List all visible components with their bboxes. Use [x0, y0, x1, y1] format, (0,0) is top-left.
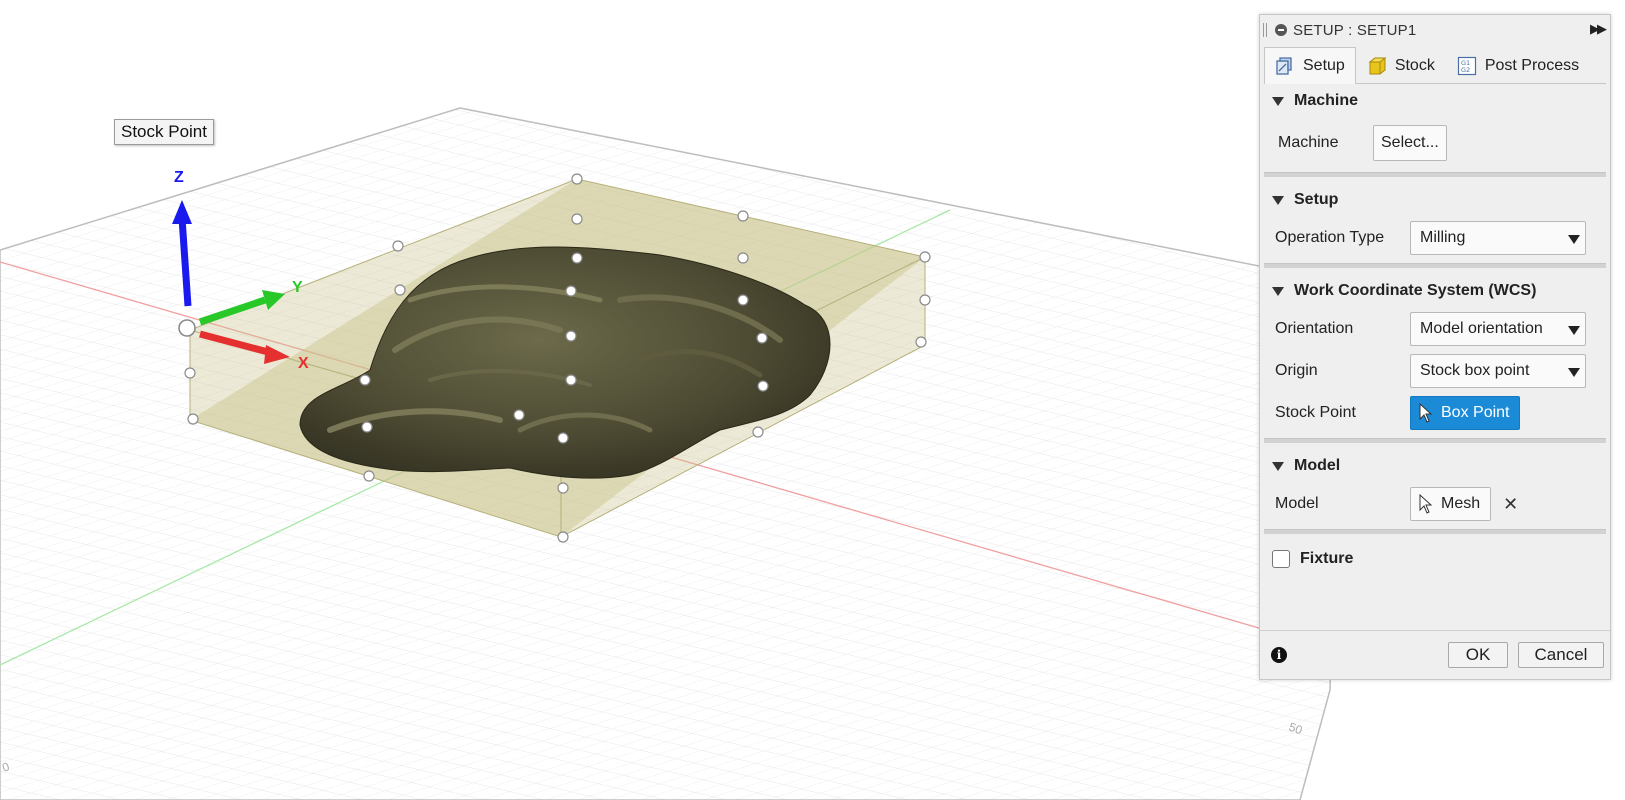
tab-post-process[interactable]: G1 G2 Post Process [1446, 47, 1590, 83]
info-icon[interactable]: i [1271, 647, 1287, 663]
drag-grip-icon[interactable] [1263, 23, 1267, 37]
model-value: Mesh [1441, 495, 1481, 512]
fixture-checkbox[interactable] [1272, 550, 1290, 568]
dropdown-caret-icon [1568, 368, 1580, 377]
stock-cube-icon [1368, 57, 1387, 74]
x-axis-label: X [298, 355, 309, 372]
wcs-section-title: Work Coordinate System (WCS) [1294, 282, 1537, 299]
tab-setup[interactable]: Setup [1264, 47, 1356, 84]
gcode-icon: G1 G2 [1457, 56, 1476, 75]
z-axis-label: Z [174, 169, 184, 186]
cursor-arrow-icon [1419, 403, 1433, 423]
panel-tabs: Setup Stock G1 G2 Post Process [1264, 45, 1606, 84]
model-select-button[interactable]: Mesh [1410, 487, 1492, 521]
setup-section-title: Setup [1294, 191, 1339, 208]
panel-title: SETUP : SETUP1 [1293, 21, 1417, 39]
section-divider [1264, 172, 1606, 177]
machine-section-title: Machine [1294, 92, 1359, 109]
orientation-label: Orientation [1275, 320, 1354, 337]
expand-arrows-icon[interactable]: ▶▶ [1590, 21, 1607, 37]
section-divider [1264, 529, 1606, 534]
tab-post-process-label: Post Process [1484, 56, 1580, 74]
clear-model-icon[interactable]: ✕ [1503, 494, 1518, 515]
stock-point-value: Box Point [1441, 404, 1510, 421]
model-label: Model [1275, 495, 1319, 512]
collapse-triangle-icon[interactable] [1272, 286, 1284, 296]
panel-titlebar[interactable]: SETUP : SETUP1 ▶▶ [1260, 15, 1610, 45]
svg-text:G2: G2 [1461, 66, 1470, 74]
ok-button[interactable]: OK [1448, 642, 1508, 668]
tab-stock[interactable]: Stock [1356, 47, 1446, 83]
stock-point-select-button[interactable]: Box Point [1410, 396, 1521, 430]
cancel-button[interactable]: Cancel [1518, 642, 1604, 668]
origin-point-handle[interactable] [178, 319, 196, 337]
model-section-title: Model [1294, 457, 1341, 474]
origin-label: Origin [1275, 362, 1318, 379]
setup-panel: SETUP : SETUP1 ▶▶ Setup Stock G1 G2 Post… [1259, 14, 1611, 680]
orientation-dropdown[interactable]: Model orientation [1410, 312, 1586, 346]
tab-stock-label: Stock [1394, 56, 1435, 74]
wcs-section-header[interactable]: Work Coordinate System (WCS) [1260, 274, 1610, 308]
collapse-icon[interactable] [1275, 24, 1287, 36]
stock-point-label: Stock Point [1275, 404, 1356, 421]
fixture-row: Fixture [1260, 538, 1610, 580]
setup-section-header[interactable]: Setup [1260, 183, 1610, 217]
stock-point-tooltip: Stock Point [114, 119, 214, 145]
tab-setup-label: Setup [1303, 57, 1345, 74]
dropdown-caret-icon [1568, 326, 1580, 335]
cursor-arrow-icon [1419, 494, 1433, 514]
section-divider [1264, 438, 1606, 443]
section-divider [1264, 263, 1606, 268]
fixture-label: Fixture [1300, 550, 1354, 567]
operation-type-label: Operation Type [1275, 229, 1385, 246]
machine-section-header[interactable]: Machine [1260, 84, 1610, 118]
orientation-value: Model orientation [1420, 320, 1543, 337]
dropdown-caret-icon [1568, 235, 1580, 244]
model-section-header[interactable]: Model [1260, 449, 1610, 483]
setup-icon [1276, 57, 1292, 75]
origin-value: Stock box point [1420, 362, 1530, 379]
operation-type-dropdown[interactable]: Milling [1410, 221, 1586, 255]
collapse-triangle-icon[interactable] [1272, 195, 1284, 205]
y-axis-label: Y [292, 279, 303, 296]
collapse-triangle-icon[interactable] [1272, 461, 1284, 471]
machine-select-button[interactable]: Select... [1373, 125, 1447, 161]
collapse-triangle-icon[interactable] [1272, 96, 1284, 106]
operation-type-value: Milling [1420, 229, 1466, 246]
origin-dropdown[interactable]: Stock box point [1410, 354, 1586, 388]
panel-footer: i OK Cancel [1260, 630, 1610, 679]
